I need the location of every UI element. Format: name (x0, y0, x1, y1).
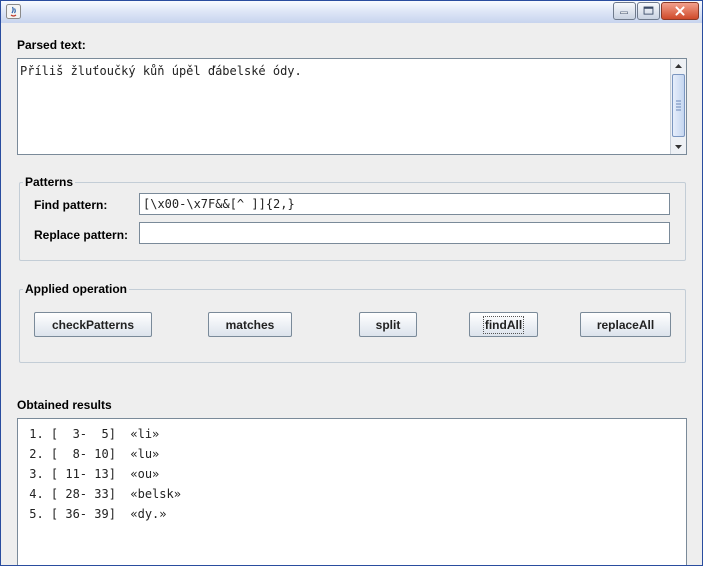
java-app-icon (6, 4, 21, 19)
result-line: 4. [ 28- 33] «belsk» (22, 487, 181, 501)
result-line: 5. [ 36- 39] «dy.» (22, 507, 167, 521)
replaceall-button-label: replaceAll (596, 317, 655, 332)
replace-pattern-input[interactable] (139, 222, 670, 244)
parsed-text-scrollbar[interactable] (670, 59, 686, 154)
results-area[interactable]: 1. [ 3- 5] «li» 2. [ 8- 10] «lu» 3. [ 11… (17, 418, 687, 565)
operation-group-title: Applied operation (23, 282, 129, 296)
patterns-group-title: Patterns (23, 175, 76, 189)
result-line: 3. [ 11- 13] «ou» (22, 467, 160, 481)
close-icon (675, 6, 685, 16)
result-line: 1. [ 3- 5] «li» (22, 427, 160, 441)
findall-button-label: findAll (482, 315, 525, 334)
replace-pattern-label: Replace pattern: (34, 228, 129, 242)
checkpatterns-button-label: checkPatterns (51, 317, 135, 332)
scroll-up-arrow-icon[interactable] (671, 59, 686, 74)
maximize-button[interactable] (637, 2, 660, 20)
title-bar[interactable] (1, 1, 702, 23)
results-label: Obtained results (17, 398, 112, 412)
findall-button[interactable]: findAll (469, 312, 538, 337)
scroll-down-arrow-icon[interactable] (671, 139, 686, 154)
parsed-text-content[interactable]: Příliš žluťoučký kůň úpěl ďábelské ódy. (20, 64, 302, 78)
grip-icon (676, 100, 681, 111)
checkpatterns-button[interactable]: checkPatterns (34, 312, 152, 337)
find-pattern-label: Find pattern: (34, 198, 108, 212)
replaceall-button[interactable]: replaceAll (580, 312, 671, 337)
app-window: Parsed text: Příliš žluťoučký kůň úpěl ď… (0, 0, 703, 566)
parsed-text-area[interactable]: Příliš žluťoučký kůň úpěl ďábelské ódy. (17, 58, 687, 155)
maximize-icon (643, 6, 654, 15)
result-line: 2. [ 8- 10] «lu» (22, 447, 160, 461)
split-button[interactable]: split (359, 312, 417, 337)
find-pattern-value: [\x00-\x7F&&[^ ]]{2,} (143, 197, 295, 211)
parsed-text-label: Parsed text: (17, 38, 86, 52)
matches-button[interactable]: matches (208, 312, 292, 337)
scroll-thumb[interactable] (672, 74, 685, 137)
minimize-icon (620, 11, 628, 14)
minimize-button[interactable] (613, 2, 636, 20)
split-button-label: split (375, 317, 401, 332)
close-button[interactable] (661, 2, 699, 20)
matches-button-label: matches (225, 317, 275, 332)
find-pattern-input[interactable]: [\x00-\x7F&&[^ ]]{2,} (139, 193, 670, 215)
